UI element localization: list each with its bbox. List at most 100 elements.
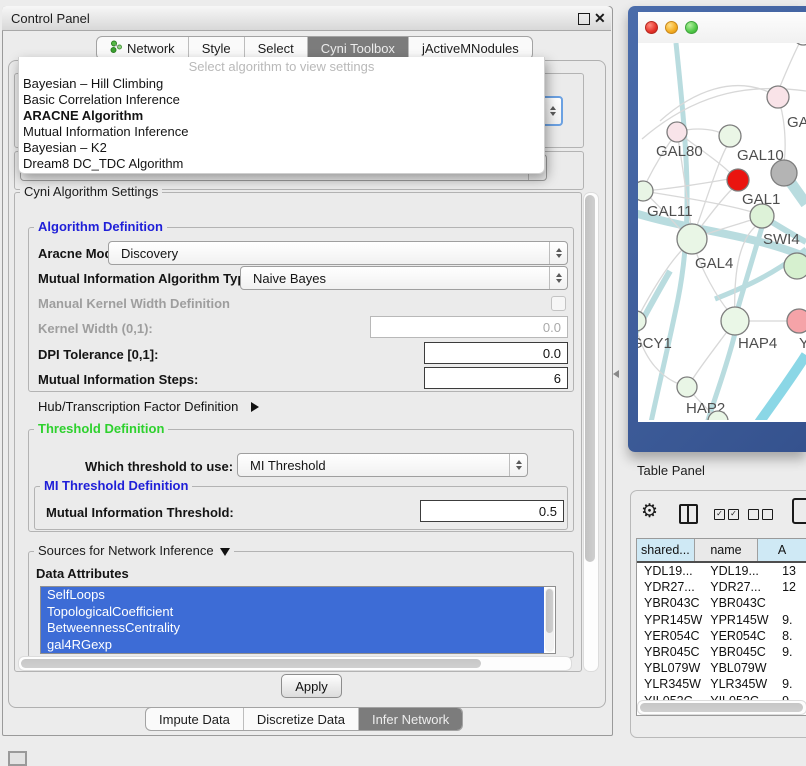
mi-type-select[interactable]: Naive Bayes (240, 266, 568, 290)
column-header-shared-[interactable]: shared... (637, 539, 695, 561)
table-row[interactable]: YLR345WYLR345W9. (637, 676, 806, 692)
which-threshold-select[interactable]: MI Threshold (237, 453, 528, 477)
bottom-tabs: Impute DataDiscretize Data Infer Network (145, 707, 463, 731)
table-cell: 9. (780, 645, 806, 659)
minimized-panel-icon[interactable] (8, 751, 27, 766)
close-icon[interactable]: ✕ (594, 10, 606, 26)
mi-threshold-field[interactable]: 0.5 (420, 500, 564, 522)
zoom-traffic-light-icon[interactable] (685, 21, 698, 34)
column-header-name[interactable]: name (695, 539, 758, 561)
attribute-item-selfloops[interactable]: SelfLoops (41, 587, 544, 604)
list-vertical-scrollbar[interactable] (545, 588, 554, 652)
splitter-collapse-icon[interactable] (613, 370, 619, 378)
network-node-hap2[interactable] (677, 377, 697, 397)
algorithm-option-bayesian-hill-climbing[interactable]: Bayesian – Hill Climbing (19, 76, 544, 92)
network-node[interactable] (727, 169, 749, 191)
tab-select[interactable]: Select (245, 37, 308, 59)
tab-network[interactable]: Network (97, 37, 189, 59)
control-panel-titlebar[interactable]: Control Panel (2, 6, 611, 31)
network-node-gal10[interactable] (719, 125, 741, 147)
apply-button[interactable]: Apply (281, 674, 342, 698)
node-table: shared...nameA YDL19...YDL19...13YDR27..… (636, 538, 806, 716)
kernel-width-field[interactable]: 0.0 (370, 316, 568, 338)
mi-steps-field[interactable]: 6 (424, 367, 568, 389)
settings-vertical-scrollbar[interactable] (583, 192, 599, 672)
network-window-titlebar[interactable] (638, 12, 806, 44)
close-traffic-light-icon[interactable] (645, 21, 658, 34)
tab-infer-network[interactable]: Infer Network (359, 708, 462, 730)
tab-style[interactable]: Style (189, 37, 245, 59)
network-graph: GALGAL80GAL10GAL11GAL1SWI4GAL4GCY1HAP4YH… (638, 43, 806, 420)
aracne-mode-select[interactable]: Discovery (108, 241, 568, 265)
node-label: GAL80 (656, 143, 703, 160)
network-node-gal4[interactable] (677, 224, 707, 254)
table-row[interactable]: YBL079WYBL079W (637, 660, 806, 676)
tab-label: Style (202, 41, 231, 56)
table-cell: YER054C (637, 629, 705, 643)
table-cell: YBR045C (637, 645, 705, 659)
tab-label: Infer Network (372, 712, 449, 727)
table-cell: YPR145W (637, 613, 705, 627)
tab-cyni-toolbox[interactable]: Cyni Toolbox (308, 37, 409, 59)
algorithm-option-bayesian-k2[interactable]: Bayesian – K2 (19, 140, 544, 156)
tab-jactivemnodules[interactable]: jActiveMNodules (409, 37, 532, 59)
table-row[interactable]: YBR043CYBR043C (637, 595, 806, 611)
scrollbar-thumb[interactable] (546, 589, 553, 633)
attribute-item-topologicalcoefficient[interactable]: TopologicalCoefficient (41, 604, 544, 621)
attribute-item-betweennesscentrality[interactable]: BetweennessCentrality (41, 620, 544, 637)
column-header-a[interactable]: A (758, 539, 806, 561)
network-node-gal[interactable] (767, 86, 789, 108)
network-node-swi4[interactable] (784, 253, 806, 279)
algorithm-option-dream8-dc-tdc-algorithm[interactable]: Dream8 DC_TDC Algorithm (19, 156, 544, 172)
expanded-arrow-icon (220, 548, 230, 556)
node-label: Y (799, 335, 806, 352)
table-cell: 12 (780, 580, 806, 594)
mi-type-label: Mutual Information Algorithm Type: (38, 271, 257, 286)
algorithm-option-basic-correlation-inference[interactable]: Basic Correlation Inference (19, 92, 544, 108)
tab-impute-data[interactable]: Impute Data (146, 708, 244, 730)
table-horizontal-scrollbar[interactable] (637, 700, 806, 715)
table-row[interactable]: YBR045CYBR045C9. (637, 644, 806, 660)
node-label: GCY1 (638, 335, 672, 352)
attribute-item-gal4rgexp[interactable]: gal4RGexp (41, 637, 544, 654)
aracne-mode-value: Discovery (109, 246, 549, 261)
node-label: GAL (787, 114, 806, 131)
spinner-icon (549, 267, 567, 289)
table-panel-title: Table Panel (637, 463, 705, 478)
dpi-tolerance-field[interactable]: 0.0 (424, 342, 568, 364)
float-window-icon[interactable] (578, 13, 590, 25)
table-icon[interactable] (792, 498, 806, 524)
network-node[interactable] (794, 43, 806, 45)
network-node[interactable] (771, 160, 797, 186)
columns-icon[interactable] (679, 504, 698, 524)
unchecked-pair-icon[interactable] (748, 509, 773, 520)
table-cell: YBR045C (705, 645, 780, 659)
sources-group-title[interactable]: Sources for Network Inference (34, 544, 234, 558)
table-row[interactable]: YDL19...YDL19...13 (637, 563, 806, 579)
network-node-gal80[interactable] (667, 122, 687, 142)
table-cell: 9. (780, 677, 806, 691)
algorithm-option-aracne-algorithm[interactable]: ARACNE Algorithm (19, 108, 544, 124)
mi-steps-label: Mutual Information Steps: (38, 372, 198, 387)
manual-kernel-checkbox[interactable] (551, 296, 566, 311)
table-row[interactable]: YER054CYER054C8. (637, 628, 806, 644)
table-row[interactable]: YDR27...YDR27...12 (637, 579, 806, 595)
network-node-y[interactable] (787, 309, 806, 333)
node-label: HAP4 (738, 335, 777, 352)
checked-pair-icon[interactable]: ✓✓ (714, 509, 739, 520)
gear-icon[interactable]: ⚙ (641, 501, 658, 523)
network-node-hap4[interactable] (721, 307, 749, 335)
settings-horizontal-scrollbar[interactable] (18, 656, 572, 671)
kernel-width-label: Kernel Width (0,1): (38, 321, 153, 336)
minimize-traffic-light-icon[interactable] (665, 21, 678, 34)
network-node-gal11[interactable] (638, 181, 653, 201)
network-canvas[interactable]: GALGAL80GAL10GAL11GAL1SWI4GAL4GCY1HAP4YH… (638, 43, 806, 420)
table-row[interactable]: YPR145WYPR145W9. (637, 612, 806, 628)
algorithm-option-mutual-information-inference[interactable]: Mutual Information Inference (19, 124, 544, 140)
tab-discretize-data[interactable]: Discretize Data (244, 708, 359, 730)
scrollbar-thumb[interactable] (585, 195, 595, 562)
table-cell: YDL19... (705, 564, 780, 578)
hub-definition-toggle[interactable]: Hub/Transcription Factor Definition (38, 398, 259, 416)
scrollbar-thumb[interactable] (21, 659, 481, 668)
scrollbar-thumb[interactable] (640, 703, 803, 712)
